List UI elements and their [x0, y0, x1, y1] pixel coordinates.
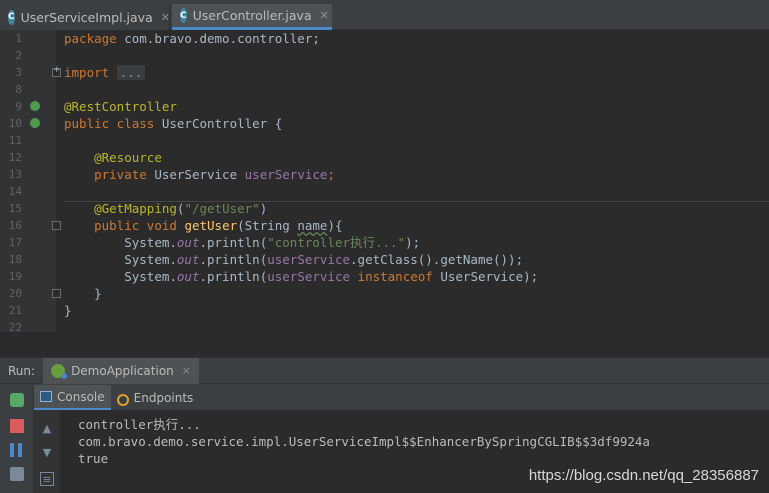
code-line-17: System.out.println("controller执行...");: [124, 235, 421, 250]
tab-endpoints[interactable]: Endpoints: [111, 385, 200, 410]
spring-bean-icon[interactable]: [30, 118, 40, 128]
line-number: 11: [8, 134, 22, 147]
line-number: 8: [15, 83, 22, 96]
fold-collapse-icon[interactable]: [52, 221, 61, 230]
rerun-icon[interactable]: [10, 393, 24, 407]
code-line-3: import ...: [64, 64, 146, 81]
code-line-13: private UserService userService;: [94, 167, 335, 182]
run-tool-window: Run: DemoApplication × Console Endpoints…: [0, 357, 769, 493]
tab-label: UserServiceImpl.java: [20, 9, 153, 25]
run-config-tab[interactable]: DemoApplication ×: [43, 357, 199, 384]
line-number: 1: [15, 32, 22, 45]
java-class-icon: C: [180, 8, 187, 23]
stop-icon[interactable]: [10, 419, 24, 433]
up-arrow-icon[interactable]: ▲: [40, 422, 54, 436]
line-number: 21: [8, 304, 22, 317]
code-line-10: public class UserController {: [64, 116, 283, 131]
code-line-15: @GetMapping("/getUser"): [94, 201, 268, 216]
spring-boot-icon: [51, 363, 68, 379]
tab-usercontroller[interactable]: C UserController.java ✕: [172, 4, 332, 30]
line-number: 18: [8, 253, 22, 266]
line-number: 2: [15, 49, 22, 62]
tab-label: UserController.java: [192, 8, 312, 23]
console-icon: [40, 391, 52, 402]
java-class-icon: C: [8, 9, 15, 25]
line-number: 22: [8, 321, 22, 334]
close-icon[interactable]: ×: [182, 364, 191, 377]
console-line: com.bravo.demo.service.impl.UserServiceI…: [78, 434, 650, 449]
run-config-name: DemoApplication: [71, 363, 174, 378]
spring-bean-icon[interactable]: [30, 101, 40, 111]
line-number: 9: [15, 100, 22, 113]
code-line-12: @Resource: [94, 150, 162, 165]
line-number: 17: [8, 236, 22, 249]
code-line-9: @RestController: [64, 99, 177, 114]
camera-icon[interactable]: [10, 467, 24, 481]
tab-console[interactable]: Console: [34, 385, 111, 410]
code-editor[interactable]: 1 2 3 8 9 10 11 12 13 14 15 16 17 18 19 …: [0, 30, 769, 334]
code-line-16: public void getUser(String name){: [94, 218, 343, 233]
soft-wrap-icon[interactable]: ≡: [40, 472, 54, 486]
close-icon[interactable]: ✕: [320, 9, 329, 22]
fold-collapse-icon[interactable]: [52, 289, 61, 298]
endpoints-icon: [116, 392, 129, 406]
run-header: Run: DemoApplication ×: [0, 357, 769, 384]
code-line-19: System.out.println(userService instanceo…: [124, 269, 539, 284]
code-line-21: }: [64, 303, 72, 318]
line-number: 19: [8, 270, 22, 283]
close-icon[interactable]: ✕: [161, 11, 170, 24]
pause-icon[interactable]: [10, 443, 22, 457]
watermark: https://blog.csdn.net/qq_28356887: [528, 467, 759, 484]
run-subtabs: Console Endpoints: [34, 385, 769, 410]
console-side-toolbar: ▲ ▼ ≡: [34, 410, 60, 493]
code-line-18: System.out.println(userService.getClass(…: [124, 252, 524, 267]
fold-expand-icon[interactable]: [52, 65, 61, 77]
line-number: 13: [8, 168, 22, 181]
line-number: 12: [8, 151, 22, 164]
line-number-gutter: 1 2 3 8 9 10 11 12 13 14 15 16 17 18 19 …: [0, 30, 56, 334]
run-label: Run:: [8, 363, 36, 378]
console-line: true: [78, 451, 109, 466]
code-line-1: package com.bravo.demo.controller;: [64, 31, 320, 46]
line-number: 16: [8, 219, 22, 232]
code-line-20: }: [94, 286, 102, 301]
tab-userserviceimpl[interactable]: C UserServiceImpl.java ✕: [0, 4, 170, 30]
line-number: 14: [8, 185, 22, 198]
folded-imports[interactable]: ...: [116, 65, 146, 80]
editor-tab-bar: C UserServiceImpl.java ✕ C UserControlle…: [0, 0, 769, 30]
console-line: controller执行...: [78, 417, 201, 432]
line-number: 3: [15, 66, 22, 79]
run-toolbar: [0, 385, 34, 493]
console-output[interactable]: ▲ ▼ ≡ controller执行... com.bravo.demo.ser…: [34, 410, 769, 493]
down-arrow-icon[interactable]: ▼: [40, 446, 54, 460]
line-number: 10: [8, 117, 22, 130]
line-number: 20: [8, 287, 22, 300]
line-number: 15: [8, 202, 22, 215]
